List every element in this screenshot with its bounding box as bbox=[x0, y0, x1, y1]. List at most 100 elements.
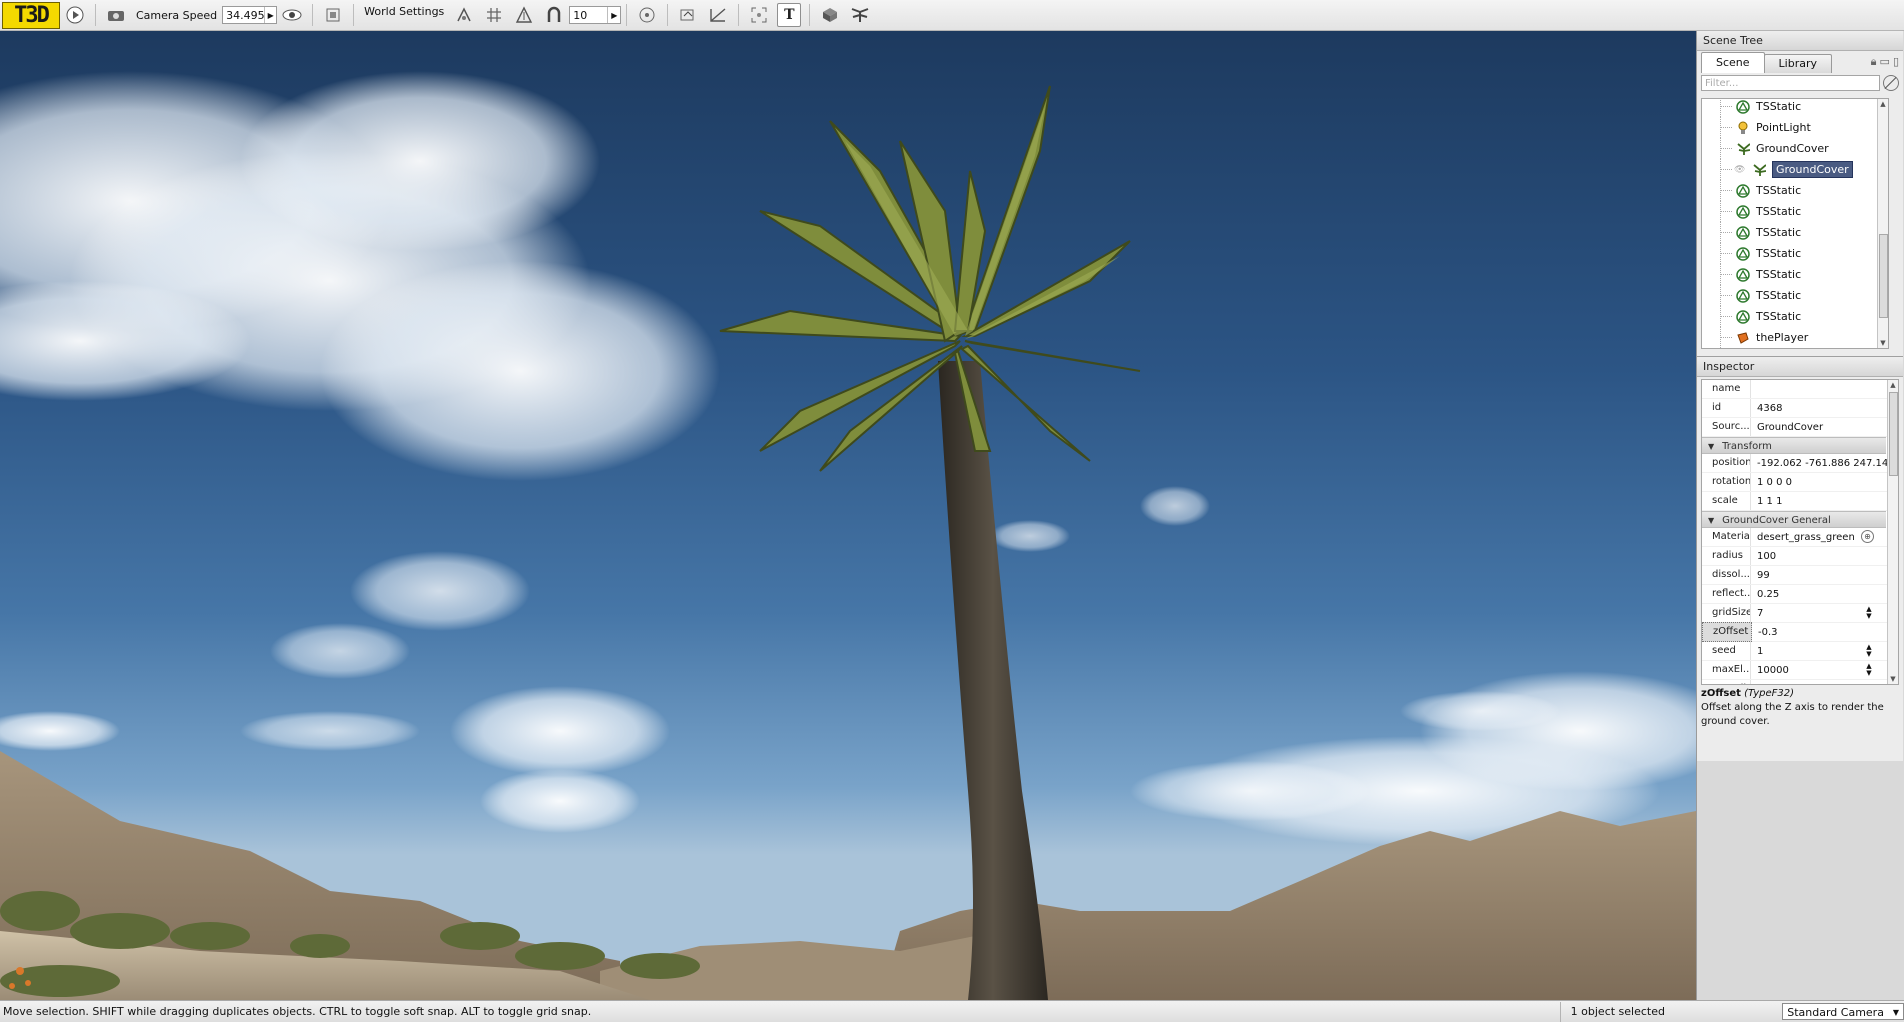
tab-scene[interactable]: Scene bbox=[1701, 52, 1765, 73]
tree-item[interactable]: thePlayer bbox=[1702, 327, 1878, 348]
inspector-title: Inspector bbox=[1697, 357, 1903, 377]
tree-item[interactable]: TSStatic bbox=[1702, 201, 1878, 222]
tree-item[interactable]: TSStatic bbox=[1702, 306, 1878, 327]
spinner-arrows-icon[interactable]: ▲ ▼ bbox=[1864, 606, 1874, 620]
scroll-up-icon[interactable]: ▲ bbox=[1888, 380, 1898, 390]
property-value-field[interactable]: 4368 bbox=[1751, 403, 1888, 414]
toolbar-separator bbox=[738, 4, 740, 26]
tree-item[interactable]: TSStatic bbox=[1702, 99, 1878, 117]
play-game-icon[interactable] bbox=[63, 3, 87, 27]
tree-item[interactable]: GroundCover bbox=[1702, 138, 1878, 159]
scroll-down-icon[interactable]: ▼ bbox=[1888, 674, 1898, 684]
property-value-field[interactable]: -192.062 -761.886 247.141 bbox=[1751, 458, 1888, 469]
property-name: rotation bbox=[1702, 473, 1751, 491]
scroll-down-icon[interactable]: ▼ bbox=[1878, 338, 1888, 348]
forest-editor-icon[interactable] bbox=[848, 3, 872, 27]
object-transform-icon[interactable] bbox=[706, 3, 730, 27]
tree-item-label: TSStatic bbox=[1756, 100, 1802, 113]
scene-tree-title: Scene Tree bbox=[1697, 31, 1903, 51]
pointlight-icon bbox=[1736, 121, 1750, 135]
magnet-icon[interactable] bbox=[542, 3, 566, 27]
inspector-row: position -192.062 -761.886 247.141 bbox=[1702, 454, 1888, 473]
inspector-scrollbar[interactable]: ▲ ▼ bbox=[1887, 380, 1898, 684]
tree-guide bbox=[1720, 127, 1732, 128]
new-folder-icon[interactable]: ▭ bbox=[1880, 55, 1890, 69]
inspector-row: maxEl... 10000 ▲ ▼ bbox=[1702, 661, 1888, 680]
chevron-down-icon[interactable]: ▼ bbox=[1893, 1004, 1899, 1021]
inspector-group-header[interactable]: ▼ GroundCover General bbox=[1702, 511, 1886, 528]
tsstatic-icon bbox=[1736, 288, 1750, 303]
tab-library[interactable]: Library bbox=[1763, 54, 1833, 73]
inspector-group-header[interactable]: ▼ Transform bbox=[1702, 437, 1886, 454]
filter-input[interactable]: Filter... bbox=[1701, 75, 1880, 91]
tree-item[interactable]: PointLight bbox=[1702, 117, 1878, 138]
property-name: gridSize bbox=[1702, 604, 1751, 622]
toolbar-separator bbox=[95, 4, 96, 26]
tsstatic-icon bbox=[1736, 246, 1750, 261]
tree-item[interactable]: TSStatic bbox=[1702, 243, 1878, 264]
spinner-arrows-icon[interactable]: ▲ ▼ bbox=[1864, 663, 1874, 677]
snapshot-icon[interactable] bbox=[321, 3, 345, 27]
text-labels-icon[interactable]: T bbox=[777, 3, 802, 27]
visibility-eye-icon[interactable] bbox=[280, 3, 304, 27]
inspector-row: dissol... 99 bbox=[1702, 566, 1888, 585]
tree-item[interactable]: 👁︎ GroundCover bbox=[1702, 159, 1878, 180]
tree-item-label: TSStatic bbox=[1756, 247, 1802, 260]
status-bar: Move selection. SHIFT while dragging dup… bbox=[0, 1000, 1904, 1022]
help-text: Offset along the Z axis to render the gr… bbox=[1701, 702, 1884, 727]
tree-item[interactable]: TSStatic bbox=[1702, 222, 1878, 243]
tree-guide bbox=[1720, 274, 1732, 275]
torque-logo[interactable]: T3D bbox=[2, 1, 60, 29]
scene-tree-tools: 🔒︎ ▭ ▯ bbox=[1871, 55, 1899, 69]
tree-item[interactable]: TSStatic bbox=[1702, 264, 1878, 285]
material-browse-icon[interactable]: ⊕ bbox=[1861, 530, 1874, 543]
property-value-field[interactable]: 1 0 0 0 bbox=[1751, 477, 1888, 488]
snap-terrain-icon[interactable] bbox=[452, 3, 476, 27]
object-center-icon[interactable] bbox=[635, 3, 659, 27]
inspector-panel: Inspector name id 4368 Sourc... GroundCover ▼… bbox=[1697, 356, 1903, 761]
grid-snap-icon[interactable] bbox=[482, 3, 506, 27]
camera-mode-dropdown[interactable]: Standard Camera ▼ bbox=[1782, 1003, 1904, 1020]
property-value-field[interactable]: 99 bbox=[1751, 570, 1888, 581]
clouds bbox=[0, 71, 1696, 846]
object-library-icon[interactable] bbox=[818, 3, 842, 27]
lock-icon[interactable]: 🔒︎ bbox=[1871, 55, 1877, 69]
scene-tree-scrollbar[interactable]: ▲ ▼ bbox=[1877, 99, 1888, 348]
clear-filter-icon[interactable] bbox=[1883, 75, 1899, 91]
camera-speed-value[interactable]: 34.495 bbox=[223, 9, 264, 22]
scrollbar-thumb[interactable] bbox=[1879, 234, 1888, 318]
property-value-field[interactable]: -0.3 bbox=[1752, 627, 1888, 638]
property-value-field[interactable]: 90 bbox=[1751, 684, 1888, 685]
world-settings-label[interactable]: World Settings bbox=[364, 5, 444, 18]
delete-icon[interactable]: ▯ bbox=[1893, 55, 1899, 69]
spinner-arrows-icon[interactable]: ▲ ▼ bbox=[1864, 644, 1874, 658]
collapse-triangle-icon[interactable]: ▼ bbox=[1708, 442, 1714, 451]
tree-item[interactable]: TSStatic bbox=[1702, 285, 1878, 306]
property-value-field[interactable]: 100 bbox=[1751, 551, 1888, 562]
scrollbar-thumb[interactable] bbox=[1889, 392, 1898, 476]
3d-viewport[interactable] bbox=[0, 31, 1696, 1000]
tree-guide bbox=[1720, 169, 1732, 170]
camera-speed-arrow-icon[interactable]: ▶ bbox=[264, 7, 276, 23]
grid-size-arrow-icon[interactable]: ▶ bbox=[607, 7, 620, 23]
scroll-up-icon[interactable]: ▲ bbox=[1878, 99, 1888, 109]
tree-item[interactable]: TSStatic bbox=[1702, 180, 1878, 201]
world-transform-icon[interactable] bbox=[676, 3, 700, 27]
tsstatic-icon bbox=[1736, 309, 1750, 324]
property-value-field[interactable]: 1 1 1 bbox=[1751, 496, 1888, 507]
property-name: name bbox=[1702, 380, 1751, 398]
visibility-eye-icon[interactable]: 👁︎ bbox=[1734, 165, 1745, 175]
camera-icon[interactable] bbox=[104, 3, 128, 27]
collapse-triangle-icon[interactable]: ▼ bbox=[1708, 516, 1714, 525]
snap-bounds-icon[interactable] bbox=[512, 3, 536, 27]
property-value-field[interactable]: GroundCover bbox=[1751, 422, 1888, 433]
grid-size-field[interactable]: 10 ▶ bbox=[569, 6, 622, 24]
camera-speed-field[interactable]: 34.495 ▶ bbox=[222, 6, 278, 24]
tree-guide bbox=[1720, 148, 1732, 149]
tsstatic-icon bbox=[1736, 183, 1750, 198]
tree-guide bbox=[1720, 232, 1732, 233]
tree-guide bbox=[1720, 190, 1732, 191]
property-value-field[interactable]: 0.25 bbox=[1751, 589, 1888, 600]
fit-selection-icon[interactable] bbox=[747, 3, 771, 27]
grid-size-value[interactable]: 10 bbox=[570, 9, 590, 22]
